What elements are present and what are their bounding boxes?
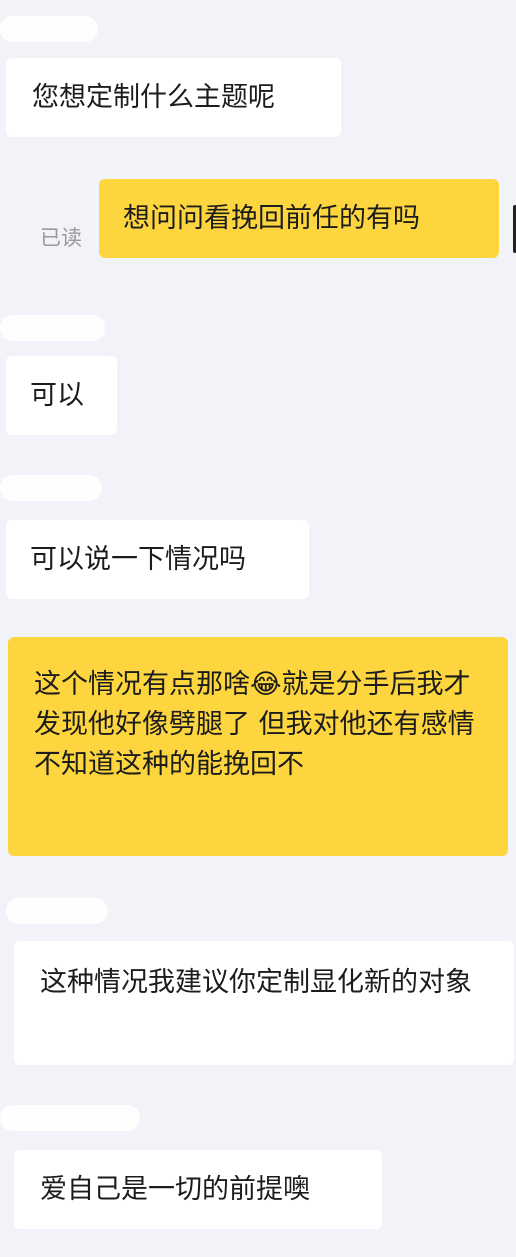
message-text: 这个情况有点那啥😂就是分手后我才发现他好像劈腿了 但我对他还有感情 不知道这种的… (34, 669, 475, 780)
message-text: 可以 (30, 380, 84, 411)
message-text: 可以说一下情况吗 (30, 544, 246, 575)
message-text: 您想定制什么主题呢 (32, 82, 275, 113)
sender-name-placeholder (6, 898, 108, 924)
message-bubble-incoming[interactable]: 您想定制什么主题呢 (6, 58, 341, 137)
message-text: 这种情况我建议你定制显化新的对象 (40, 967, 472, 998)
message-bubble-incoming[interactable]: 爱自己是一切的前提噢 (14, 1150, 382, 1229)
message-text: 想问问看挽回前任的有吗 (123, 203, 420, 234)
message-bubble-outgoing[interactable]: 想问问看挽回前任的有吗 (99, 179, 499, 258)
message-bubble-incoming[interactable]: 这种情况我建议你定制显化新的对象 (14, 941, 514, 1065)
message-bubble-incoming[interactable]: 可以说一下情况吗 (6, 520, 309, 599)
sender-name-placeholder (0, 16, 98, 42)
sender-name-placeholder (0, 1105, 140, 1131)
sender-name-placeholder (0, 475, 102, 501)
message-text: 爱自己是一切的前提噢 (40, 1174, 310, 1205)
sender-name-placeholder (0, 315, 105, 341)
read-status: 已读 (40, 226, 82, 250)
message-bubble-outgoing[interactable]: 这个情况有点那啥😂就是分手后我才发现他好像劈腿了 但我对他还有感情 不知道这种的… (8, 637, 508, 856)
message-bubble-incoming[interactable]: 可以 (6, 356, 117, 435)
